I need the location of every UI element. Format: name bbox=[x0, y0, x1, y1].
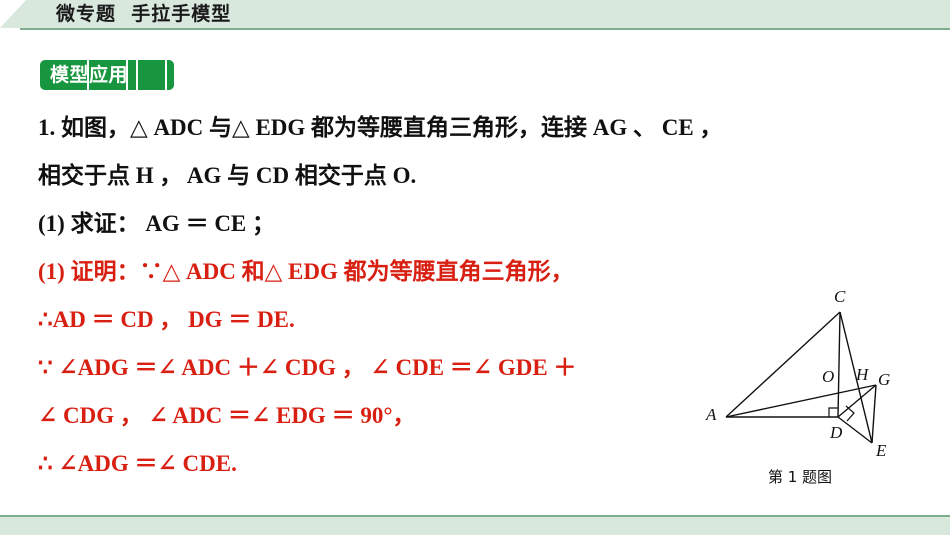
right-angle-at-D-ADC bbox=[828, 407, 838, 417]
problem-line: 相交于点 H ， AG 与 CD 相交于点 O. bbox=[38, 163, 417, 188]
vertex-label-E: E bbox=[875, 441, 887, 460]
vertex-label-O: O bbox=[822, 367, 834, 386]
geometry-figure: C A D G E H O bbox=[700, 280, 950, 495]
section-badge-tail bbox=[136, 60, 175, 90]
problem-line: 1. 如图，△ ADC 与△ EDG 都为等腰直角三角形，连接 AG 、 CE … bbox=[38, 115, 723, 140]
vertex-label-C: C bbox=[834, 287, 846, 306]
vertex-label-G: G bbox=[878, 370, 890, 389]
page-title: 微专题 手拉手模型 bbox=[56, 3, 232, 25]
vertex-label-H: H bbox=[855, 365, 870, 384]
problem-line: (1) 求证： AG ＝ CE ； bbox=[38, 211, 276, 236]
segment-G-E bbox=[871, 384, 877, 444]
header-underline bbox=[20, 28, 950, 30]
figure-caption: 第 1 题图 bbox=[767, 468, 833, 486]
badge-divider-2 bbox=[126, 60, 128, 90]
vertex-label-A: A bbox=[705, 405, 717, 424]
answer-line: ∴ ∠ADG ＝∠ CDE. bbox=[38, 451, 237, 476]
segment-D-G bbox=[837, 384, 877, 418]
footer-strip bbox=[0, 517, 950, 535]
vertex-label-D: D bbox=[829, 423, 843, 442]
problem-content: 1. 如图，△ ADC 与△ EDG 都为等腰直角三角形，连接 AG 、 CE … bbox=[38, 104, 738, 488]
figure-vertex-labels: C A D G E H O bbox=[705, 287, 890, 460]
badge-divider-3 bbox=[165, 60, 167, 90]
answer-line: ∵ ∠ADG ＝∠ ADC ＋∠ CDG ， ∠ CDE ＝∠ GDE ＋ bbox=[38, 355, 577, 380]
answer-line: (1) 证明：∵△ ADC 和△ EDG 都为等腰直角三角形， bbox=[38, 259, 574, 284]
right-angle-at-D-GDE bbox=[845, 405, 855, 422]
geometry-figure-svg: C A D G E H O bbox=[705, 287, 890, 460]
answer-line: ∠ CDG ， ∠ ADC ＝∠ EDG ＝ 90°， bbox=[38, 403, 416, 428]
badge-divider-1 bbox=[87, 60, 89, 90]
section-badge: 模型应用 bbox=[40, 60, 175, 90]
figure-segments bbox=[725, 311, 877, 444]
answer-line: ∴AD ＝ CD ， DG ＝ DE. bbox=[38, 307, 295, 332]
segment-C-D bbox=[837, 311, 841, 418]
segment-A-C bbox=[725, 311, 841, 418]
